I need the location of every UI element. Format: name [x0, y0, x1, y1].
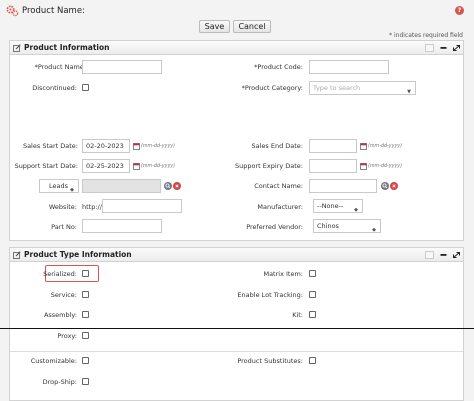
product-category-select[interactable]: Type to search ▼ [309, 81, 416, 95]
lot-tracking-checkbox[interactable] [309, 291, 316, 298]
date-format-hint: (mm-dd-yyyy) [368, 144, 402, 149]
product-code-label: *Product Code: [254, 63, 303, 71]
kit-checkbox[interactable] [309, 311, 316, 318]
related-record-input[interactable] [82, 179, 161, 193]
edit-icon [13, 44, 21, 52]
service-checkbox[interactable] [82, 291, 89, 298]
product-code-input[interactable] [309, 60, 389, 74]
part-no-input[interactable] [82, 219, 162, 233]
category-placeholder: Type to search [313, 84, 361, 92]
top-bar: Product Name: ? [0, 0, 474, 20]
kit-label: Kit: [292, 311, 303, 319]
panel-title: Product Type Information [24, 250, 132, 259]
manufacturer-select[interactable]: --None-- ◆ [313, 199, 363, 213]
serialized-label: Serialized: [43, 270, 77, 278]
product-information-panel: Product Information *Product Name: *Prod… [9, 40, 464, 241]
product-category-label: *Product Category: [241, 84, 303, 92]
part-no-label: Part No: [51, 223, 77, 231]
help-icon[interactable]: ? [455, 6, 464, 15]
calendar-icon[interactable] [360, 162, 367, 170]
divider [10, 351, 463, 352]
page-title: Product Name: [22, 6, 85, 16]
manufacturer-value: --None-- [317, 202, 344, 210]
expand-icon[interactable] [452, 251, 461, 259]
page-divider-line [0, 328, 474, 329]
contact-name-label: Contact Name: [254, 182, 303, 190]
cancel-button[interactable]: Cancel [233, 20, 271, 33]
sales-end-date-input[interactable] [309, 139, 357, 153]
website-prefix: http:// [82, 203, 102, 211]
date-format-hint: (mm-dd-yyyy) [368, 164, 402, 169]
service-label: Service: [50, 291, 77, 299]
lot-tracking-label: Enable Lot Tracking: [237, 291, 303, 299]
clear-icon[interactable] [390, 182, 398, 190]
search-icon[interactable] [164, 182, 172, 190]
support-expiry-date-label: Support Expiry Date: [235, 162, 303, 170]
panel-header: Product Type Information [10, 248, 463, 262]
edit-icon [13, 251, 21, 259]
expand-icon[interactable] [452, 44, 461, 52]
product-substitutes-checkbox[interactable] [309, 357, 316, 364]
chevron-updown-icon: ◆ [372, 227, 376, 233]
preferred-vendor-select[interactable]: Chinos ◆ [313, 219, 381, 233]
preferred-vendor-label: Preferred Vendor: [246, 223, 303, 231]
panel-option-box[interactable] [425, 44, 434, 52]
sales-start-date-input[interactable]: 02-20-2023 [82, 139, 130, 153]
customizable-checkbox[interactable] [82, 357, 89, 364]
related-module-select[interactable]: Leads ◆ [39, 179, 79, 193]
gear-icon [6, 5, 19, 17]
drop-ship-checkbox[interactable] [82, 378, 89, 385]
website-input[interactable] [102, 199, 182, 213]
related-module-value: Leads [49, 182, 69, 190]
serialized-checkbox[interactable] [82, 270, 89, 277]
clear-icon[interactable] [173, 182, 181, 190]
product-name-label: *Product Name: [34, 63, 86, 71]
panel-title: Product Information [24, 43, 110, 52]
product-substitutes-label: Product Substitutes: [237, 357, 303, 365]
save-button[interactable]: Save [199, 20, 230, 33]
proxy-checkbox[interactable] [82, 332, 89, 339]
panel-header: Product Information [10, 41, 463, 55]
chevron-updown-icon: ◆ [354, 207, 358, 213]
preferred-vendor-value: Chinos [317, 222, 339, 230]
support-expiry-date-input[interactable] [309, 159, 357, 173]
assembly-checkbox[interactable] [82, 311, 89, 318]
required-field-note: * indicates required field [389, 32, 463, 39]
discontinued-label: Discontinued: [32, 84, 77, 92]
date-format-hint: (mm-dd-yyyy) [141, 164, 175, 169]
support-start-date-label: Support Start Date: [14, 162, 78, 170]
product-name-input[interactable] [82, 60, 162, 74]
sales-start-date-label: Sales Start Date: [22, 142, 78, 150]
discontinued-checkbox[interactable] [82, 84, 89, 91]
website-label: Website: [48, 203, 77, 211]
matrix-item-checkbox[interactable] [309, 270, 316, 277]
chevron-updown-icon: ◆ [70, 187, 74, 193]
minimize-icon[interactable] [439, 251, 448, 259]
proxy-label: Proxy: [57, 332, 77, 340]
sales-end-date-label: Sales End Date: [251, 142, 303, 150]
minimize-icon[interactable] [439, 44, 448, 52]
calendar-icon[interactable] [133, 142, 140, 150]
support-start-date-input[interactable]: 02-25-2023 [82, 159, 130, 173]
assembly-label: Assembly: [43, 311, 77, 319]
customizable-label: Customizable: [30, 357, 77, 365]
search-icon[interactable] [381, 182, 389, 190]
manufacturer-label: Manufacturer: [257, 203, 303, 211]
product-type-panel: Product Type Information Serialized: Mat… [9, 247, 464, 401]
panel-option-box[interactable] [425, 251, 434, 259]
drop-ship-label: Drop-Ship: [42, 378, 77, 386]
matrix-item-label: Matrix Item: [263, 270, 303, 278]
calendar-icon[interactable] [133, 162, 140, 170]
chevron-down-icon: ▼ [407, 89, 411, 95]
contact-name-input[interactable] [309, 179, 377, 193]
calendar-icon[interactable] [360, 142, 367, 150]
date-format-hint: (mm-dd-yyyy) [141, 144, 175, 149]
